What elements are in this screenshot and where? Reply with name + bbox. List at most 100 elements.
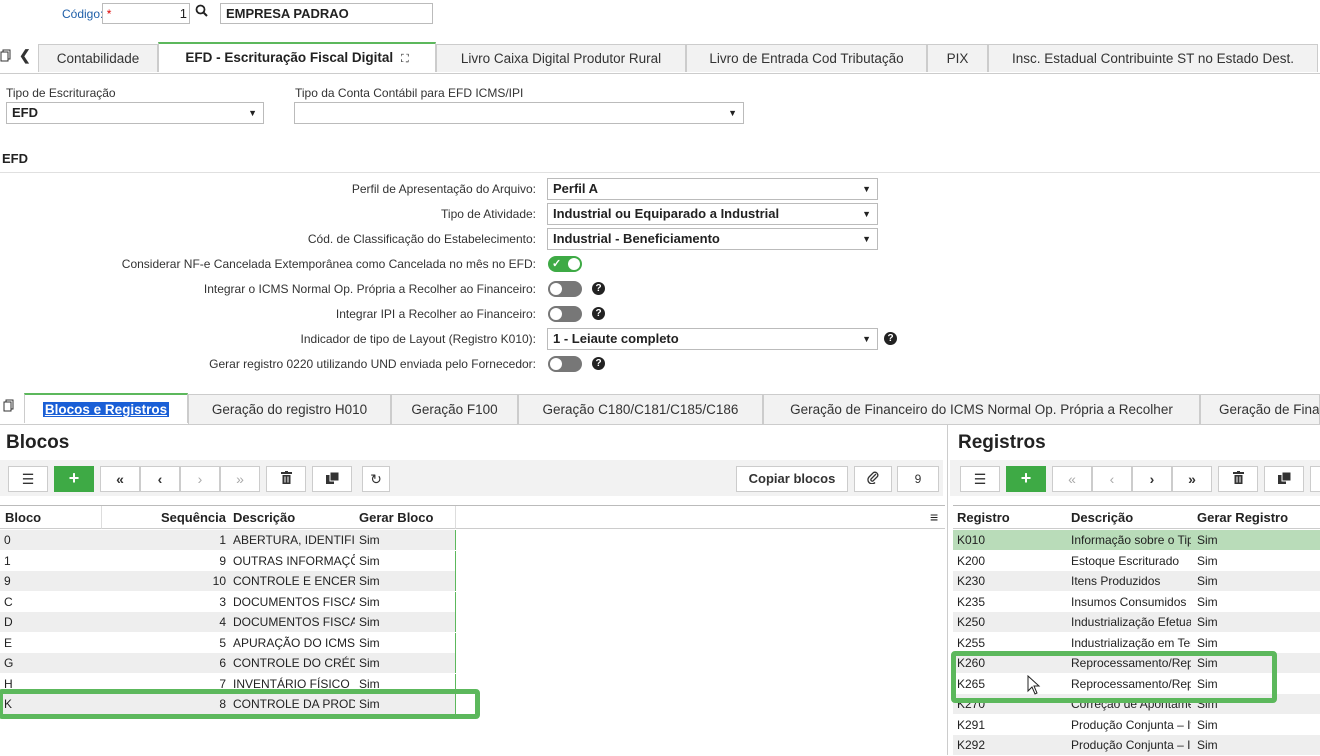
table-row[interactable]: K292 Produção Conjunta – Insumos Sim <box>953 735 1320 755</box>
icms-toggle[interactable] <box>548 281 582 297</box>
registros-grid: Registro Descrição Gerar Registro K010 In… <box>953 505 1320 756</box>
tab-blocos-registros[interactable]: Blocos e Registros <box>24 393 188 423</box>
table-row[interactable]: G 6 CONTROLE DO CRÉDITOSim <box>0 653 456 673</box>
more-button[interactable] <box>1310 466 1320 492</box>
copiar-blocos-button[interactable]: Copiar blocos <box>736 466 848 492</box>
atividade-select[interactable]: Industrial ou Equiparado a Industrial ▼ <box>547 203 878 225</box>
table-row[interactable]: K250 Industrialização Efetuada Sim <box>953 612 1320 632</box>
tab-contabilidade[interactable]: Contabilidade <box>38 44 158 72</box>
tab-geracao-f100[interactable]: Geração F100 <box>391 394 518 424</box>
tab-pix[interactable]: PIX <box>927 44 988 72</box>
refresh-icon[interactable]: ↻ <box>362 466 390 492</box>
chevron-down-icon: ▼ <box>862 209 871 219</box>
chevron-down-icon: ▼ <box>728 108 737 118</box>
first-page-icon[interactable]: « <box>1052 466 1092 492</box>
table-row[interactable]: C 3 DOCUMENTOS FISCAIS ISim <box>0 591 456 612</box>
copy-icon[interactable] <box>0 49 11 65</box>
table-row[interactable]: K255 Industrialização em Terceiros Sim <box>953 633 1320 653</box>
last-page-icon[interactable]: » <box>220 466 260 492</box>
table-row[interactable]: 0 1 ABERTURA, IDENTIFICAÇÃOSim <box>0 530 456 550</box>
paperclip-icon[interactable] <box>854 466 892 492</box>
cell-sequencia: 9 <box>219 553 226 568</box>
col-gerar-bloco[interactable]: Gerar Bloco <box>355 506 456 529</box>
tab-livro-caixa[interactable]: Livro Caixa Digital Produtor Rural <box>436 44 686 72</box>
trash-icon[interactable] <box>266 466 306 492</box>
cell-sequencia: 10 <box>212 574 226 588</box>
cell-registro: K200 <box>957 553 986 568</box>
blocos-title: Blocos <box>6 432 70 453</box>
first-page-icon[interactable]: « <box>100 466 140 492</box>
chevron-down-icon: ▼ <box>862 334 871 344</box>
splitter[interactable] <box>947 424 948 755</box>
trash-icon[interactable] <box>1218 466 1258 492</box>
classificacao-select[interactable]: Industrial - Beneficiamento ▼ <box>547 228 878 250</box>
table-row[interactable]: 1 9 OUTRAS INFORMAÇÕESSim <box>0 550 456 571</box>
tab-geracao-h010[interactable]: Geração do registro H010 <box>188 394 391 424</box>
last-page-icon[interactable]: » <box>1172 466 1212 492</box>
chevron-left-icon[interactable]: ❮ <box>19 47 31 64</box>
cell-gerar-registro: Sim <box>1197 553 1218 568</box>
tipo-escrituracao-select[interactable]: EFD ▼ <box>6 102 264 124</box>
table-row[interactable]: D 4 DOCUMENTOS FISCAIS IISim <box>0 612 456 632</box>
tab-geracao-c180[interactable]: Geração C180/C181/C185/C186 <box>518 394 763 424</box>
tab-geracao-financeiro-icms[interactable]: Geração de Financeiro do ICMS Normal Op.… <box>763 394 1200 424</box>
col-bloco[interactable]: Bloco <box>0 506 102 529</box>
nfe-toggle[interactable]: ✓ <box>548 256 582 272</box>
cell-gerar-bloco: Sim <box>355 612 456 632</box>
col-descricao[interactable]: Descrição <box>229 506 355 529</box>
copy-icon[interactable] <box>3 399 14 415</box>
col-gerar-registro[interactable]: Gerar Registro <box>1191 506 1320 529</box>
perfil-select[interactable]: Perfil A ▼ <box>547 178 878 200</box>
next-page-icon[interactable]: › <box>180 466 220 492</box>
table-row[interactable]: K291 Produção Conjunta – Itens Sim <box>953 715 1320 735</box>
add-button[interactable]: + <box>54 466 94 492</box>
list-icon[interactable]: ☰ <box>960 466 1000 492</box>
next-page-icon[interactable]: › <box>1132 466 1172 492</box>
table-row[interactable]: K230 Itens Produzidos Sim <box>953 571 1320 591</box>
highlight-box <box>951 651 1277 703</box>
help-icon[interactable]: ? <box>592 307 605 320</box>
table-row[interactable]: K235 Insumos Consumidos Sim <box>953 592 1320 612</box>
cell-gerar-bloco: Sim <box>355 653 456 673</box>
help-icon[interactable]: ? <box>592 357 605 370</box>
empresa-input[interactable]: EMPRESA PADRAO <box>220 3 433 24</box>
prev-page-icon[interactable]: ‹ <box>1092 466 1132 492</box>
tab-geracao-financeiro-2[interactable]: Geração de Fina <box>1200 394 1320 424</box>
tipo-conta-select[interactable]: ▼ <box>294 102 744 124</box>
cell-gerar-bloco: Sim <box>355 632 456 653</box>
tipo-escrituracao-value: EFD <box>12 105 38 120</box>
expand-icon[interactable]: ⛶ <box>401 53 409 65</box>
ipi-toggle[interactable] <box>548 306 582 322</box>
tab-livro-entrada[interactable]: Livro de Entrada Cod Tributação <box>686 44 927 72</box>
tab-blocos-registros-label: Blocos e Registros <box>42 402 170 417</box>
toggle-knob <box>550 308 562 320</box>
table-row[interactable]: K200 Estoque Escriturado Sim <box>953 551 1320 571</box>
col-registro[interactable]: Registro <box>953 506 1065 529</box>
tipo-escrituracao-label: Tipo de Escrituração <box>6 86 116 100</box>
table-row[interactable]: 9 10 CONTROLE E ENCERRAMENTOSim <box>0 571 456 591</box>
layout-select[interactable]: 1 - Leiaute completo ▼ <box>547 328 878 350</box>
menu-icon[interactable]: ≡ <box>930 509 938 525</box>
table-row[interactable]: E 5 APURAÇÃO DO ICMS E DO IPISim <box>0 632 456 653</box>
duplicate-icon[interactable] <box>312 466 352 492</box>
help-icon[interactable]: ? <box>592 282 605 295</box>
table-row[interactable]: K010 Informação sobre o Tipo Sim <box>953 530 1320 550</box>
prev-page-icon[interactable]: ‹ <box>140 466 180 492</box>
cell-bloco: 0 <box>4 533 11 547</box>
cell-registro: K292 <box>957 738 986 752</box>
tab-efd[interactable]: EFD - Escrituração Fiscal Digital ⛶ <box>158 42 436 72</box>
list-icon[interactable]: ☰ <box>8 466 48 492</box>
cell-registro: K230 <box>957 574 986 588</box>
col-filler <box>456 506 945 529</box>
search-icon[interactable] <box>195 4 208 20</box>
col-sequencia[interactable]: Sequência <box>102 506 229 529</box>
codigo-input[interactable]: 1 <box>102 3 190 24</box>
tipo-conta-label: Tipo da Conta Contábil para EFD ICMS/IPI <box>295 86 524 100</box>
help-icon[interactable]: ? <box>884 332 897 345</box>
col-descricao[interactable]: Descrição <box>1065 506 1191 529</box>
reg0220-toggle[interactable] <box>548 356 582 372</box>
tab-insc-estadual[interactable]: Insc. Estadual Contribuinte ST no Estado… <box>988 44 1318 72</box>
duplicate-icon[interactable] <box>1264 466 1304 492</box>
cell-bloco: G <box>4 656 14 670</box>
add-button[interactable]: + <box>1006 466 1046 492</box>
